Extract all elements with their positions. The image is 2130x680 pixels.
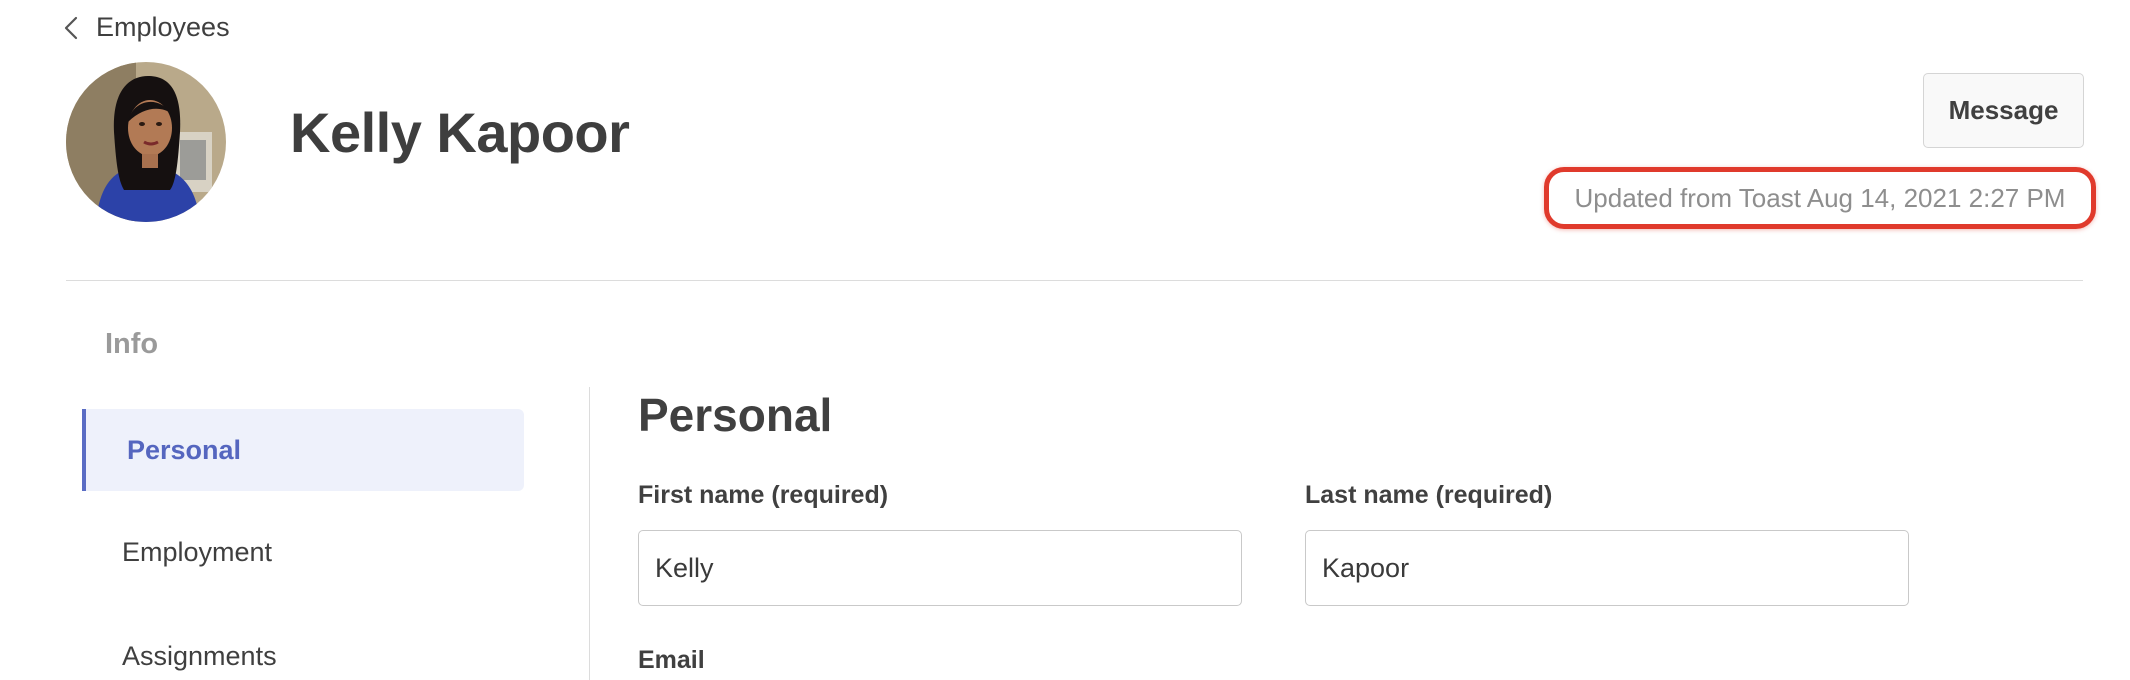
sidebar-item-employment[interactable]: Employment (82, 511, 524, 593)
sidebar-item-personal[interactable]: Personal (82, 409, 524, 491)
sidebar-item-label: Personal (127, 434, 242, 465)
first-name-field[interactable] (638, 530, 1242, 606)
chevron-left-icon (64, 16, 78, 39)
sidebar-item-label: Employment (122, 536, 273, 567)
back-to-employees-link[interactable]: Employees (64, 12, 230, 43)
last-name-label: Last name (required) (1305, 481, 1553, 509)
avatar (66, 62, 226, 222)
first-name-label: First name (required) (638, 481, 889, 509)
sync-status-text: Updated from Toast Aug 14, 2021 2:27 PM (1574, 182, 2066, 213)
sidebar-item-assignments[interactable]: Assignments (82, 615, 524, 680)
employee-name: Kelly Kapoor (290, 101, 630, 164)
email-label: Email (638, 646, 705, 674)
sidebar-heading: Info (105, 328, 159, 360)
back-link-label: Employees (96, 12, 230, 42)
section-title: Personal (638, 389, 833, 441)
sidebar-divider (589, 387, 590, 680)
sidebar-item-label: Assignments (122, 640, 277, 671)
last-name-field[interactable] (1305, 530, 1909, 606)
header-divider (66, 280, 2083, 281)
message-button[interactable]: Message (1923, 73, 2084, 148)
employee-photo (66, 62, 226, 222)
sync-status-highlight: Updated from Toast Aug 14, 2021 2:27 PM (1544, 167, 2096, 229)
